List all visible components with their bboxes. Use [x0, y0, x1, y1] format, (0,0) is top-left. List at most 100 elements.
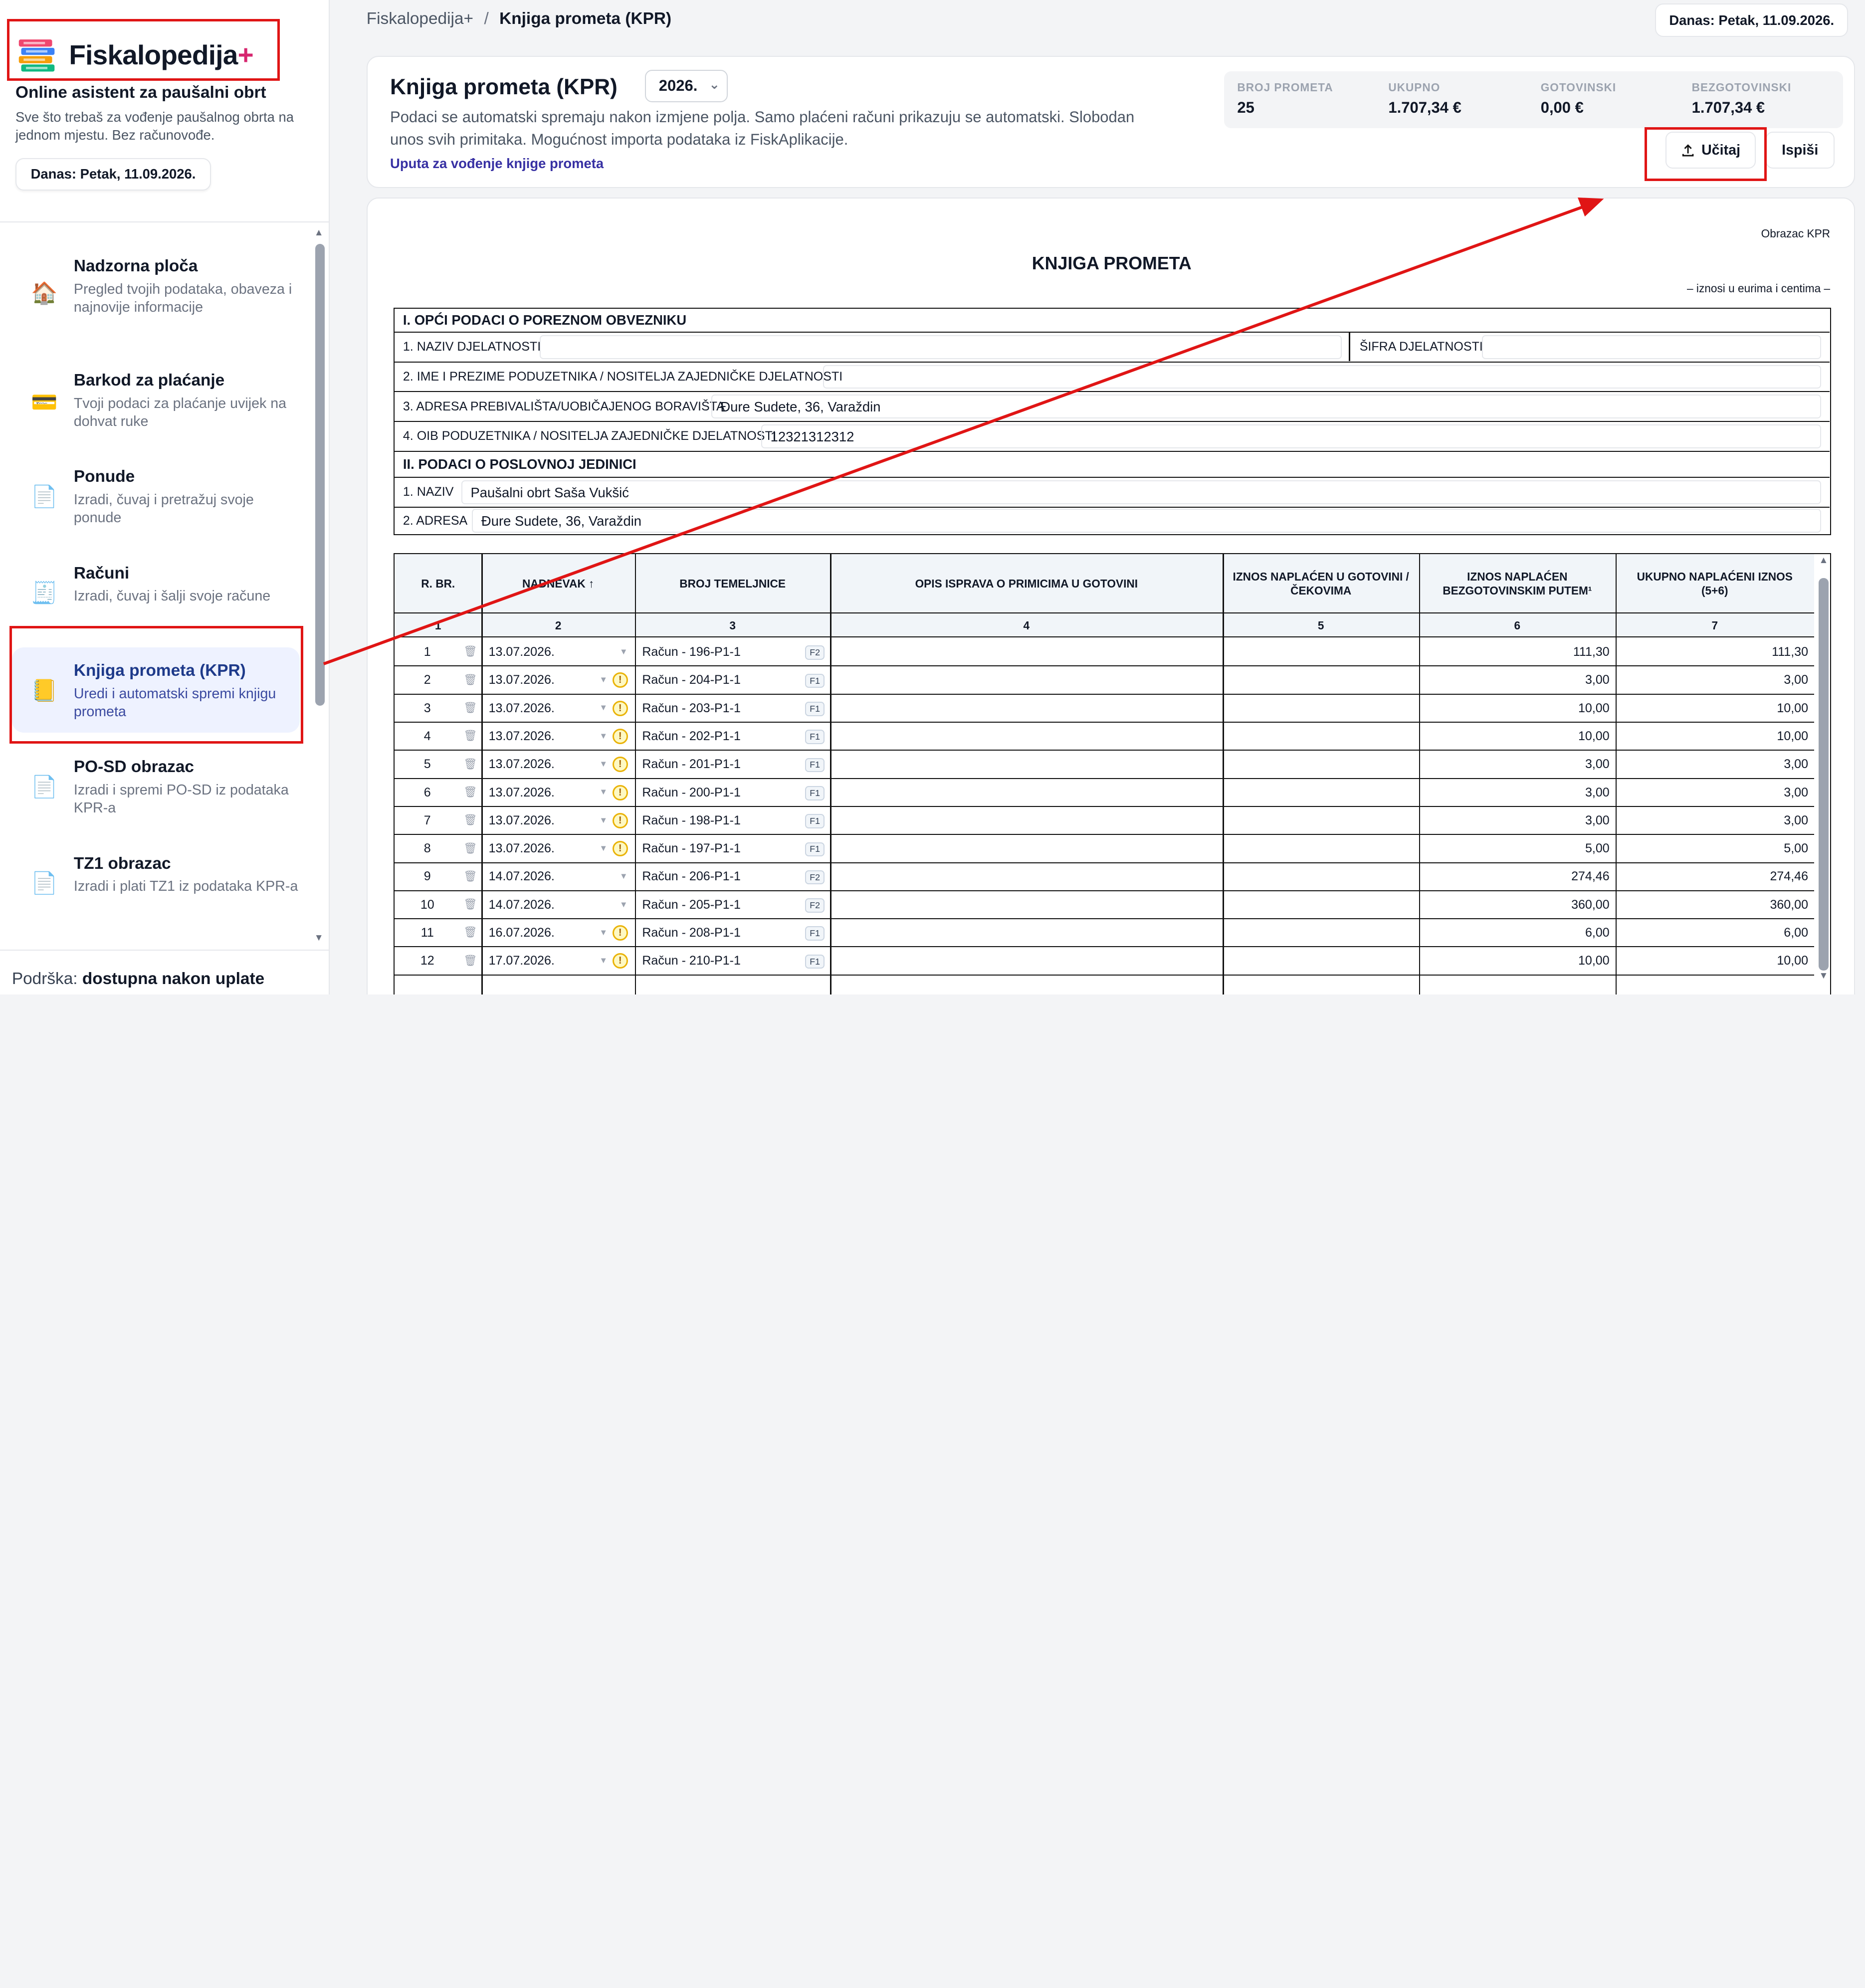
cash-amount-cell[interactable] [1223, 779, 1419, 806]
chevron-down-icon[interactable]: ▼ [620, 900, 628, 910]
warning-icon[interactable]: ! [612, 841, 628, 857]
sidebar-item-barcode[interactable]: 💳 Barkod za plaćanje Tvoji podaci za pla… [12, 367, 300, 438]
chevron-down-icon[interactable]: ▼ [599, 759, 608, 769]
noncash-amount-cell[interactable]: 3,00 [1419, 807, 1610, 834]
total-amount-cell: 3,00 [1784, 785, 1808, 799]
chevron-down-icon[interactable]: ▼ [599, 815, 608, 825]
trash-icon[interactable]: 🗑 [464, 955, 477, 967]
cash-amount-cell[interactable] [1223, 891, 1419, 919]
cash-amount-cell[interactable] [1223, 751, 1419, 778]
description-cell[interactable] [830, 779, 1223, 806]
noncash-amount-cell[interactable]: 10,00 [1419, 695, 1610, 722]
warning-icon[interactable]: ! [612, 700, 628, 716]
noncash-amount-cell[interactable]: 5,00 [1419, 835, 1610, 862]
residence-address-field[interactable]: Đure Sudete, 36, Varaždin [711, 395, 1822, 418]
warning-icon[interactable]: ! [612, 785, 628, 800]
trash-icon[interactable]: 🗑 [464, 926, 477, 939]
chevron-down-icon[interactable]: ▼ [599, 956, 608, 966]
date-input[interactable]: 14.07.2026. [489, 891, 620, 919]
business-address-field[interactable]: Đure Sudete, 36, Varaždin [472, 509, 1822, 533]
cash-amount-cell[interactable] [1223, 835, 1419, 862]
scroll-up-icon[interactable]: ▲ [314, 227, 324, 238]
row-number: 3 [423, 701, 431, 715]
description-cell[interactable] [830, 723, 1223, 750]
warning-icon[interactable]: ! [612, 728, 628, 744]
noncash-amount-cell[interactable]: 10,00 [1419, 723, 1610, 750]
cash-amount-cell[interactable] [1223, 723, 1419, 750]
noncash-amount-cell[interactable]: 3,00 [1419, 779, 1610, 806]
warning-icon[interactable]: ! [612, 812, 628, 828]
sidebar-item-offers[interactable]: 📄 Ponude Izradi, čuvaj i pretražuj svoje… [12, 463, 300, 534]
oib-field[interactable]: 12321312312 [761, 424, 1822, 448]
scroll-up-icon[interactable]: ▲ [1819, 555, 1828, 566]
cash-amount-cell[interactable] [1223, 695, 1419, 722]
cash-amount-cell[interactable] [1223, 863, 1419, 891]
sidebar-item-dashboard[interactable]: 🏠 Nadzorna ploča Pregled tvojih podataka… [12, 252, 300, 343]
sort-nadnevak-header[interactable]: NADNEVAK ↑ [481, 554, 635, 613]
trash-icon[interactable]: 🗑 [464, 702, 477, 714]
warning-icon[interactable]: ! [612, 925, 628, 941]
noncash-amount-cell[interactable]: 3,00 [1419, 666, 1610, 694]
trash-icon[interactable]: 🗑 [464, 842, 477, 855]
chevron-down-icon[interactable]: ▼ [599, 787, 608, 797]
sidebar-item-tz1[interactable]: 📄 TZ1 obrazac Izradi i plati TZ1 iz poda… [12, 849, 300, 921]
year-select[interactable]: 2026. ⌄ [644, 70, 728, 102]
trash-icon[interactable]: 🗑 [464, 870, 477, 883]
sidebar-scrollbar-thumb[interactable] [315, 244, 325, 706]
description-cell[interactable] [830, 863, 1223, 891]
description-cell[interactable] [830, 666, 1223, 694]
kpr-guide-link[interactable]: Uputa za vođenje knjige prometa [390, 156, 604, 172]
description-cell[interactable] [830, 638, 1223, 666]
trash-icon[interactable]: 🗑 [464, 645, 477, 658]
chevron-down-icon[interactable]: ▼ [599, 928, 608, 938]
sidebar-item-posd[interactable]: 📄 PO-SD obrazac Izradi i spremi PO-SD iz… [12, 753, 300, 824]
warning-icon[interactable]: ! [612, 953, 628, 969]
description-cell[interactable] [830, 891, 1223, 919]
scroll-down-icon[interactable]: ▼ [1819, 971, 1828, 982]
noncash-amount-cell[interactable]: 274,46 [1419, 863, 1610, 891]
trash-icon[interactable]: 🗑 [464, 674, 477, 686]
noncash-amount-cell[interactable]: 3,00 [1419, 751, 1610, 778]
description-cell[interactable] [830, 835, 1223, 862]
chevron-down-icon[interactable]: ▼ [620, 647, 628, 657]
description-cell[interactable] [830, 919, 1223, 947]
warning-icon[interactable]: ! [612, 672, 628, 688]
noncash-amount-cell[interactable]: 111,30 [1419, 638, 1610, 666]
cash-amount-cell[interactable] [1223, 638, 1419, 666]
business-name-field[interactable]: Paušalni obrt Saša Vukšić [461, 480, 1822, 504]
noncash-amount-cell[interactable]: 10,00 [1419, 947, 1610, 975]
description-cell[interactable] [830, 751, 1223, 778]
trash-icon[interactable]: 🗑 [464, 758, 477, 771]
activity-name-field[interactable] [540, 335, 1342, 359]
trash-icon[interactable]: 🗑 [464, 814, 477, 826]
chevron-down-icon[interactable]: ▼ [599, 731, 608, 741]
sidebar-item-invoices[interactable]: 🧾 Računi Izradi, čuvaj i šalji svoje rač… [12, 559, 300, 630]
date-input[interactable]: 13.07.2026. [489, 638, 620, 666]
breadcrumb-root[interactable]: Fiskalopedija+ [367, 9, 473, 28]
trash-icon[interactable]: 🗑 [464, 786, 477, 798]
date-input[interactable]: 14.07.2026. [489, 863, 620, 891]
owner-name-field[interactable] [823, 365, 1822, 389]
table-row: 11 🗑 16.07.2026. ▼! Račun - 208-P1-1 F1 6,00 6,… [395, 919, 1814, 948]
description-cell[interactable] [830, 947, 1223, 975]
warning-icon[interactable]: ! [612, 757, 628, 773]
description-cell[interactable] [830, 695, 1223, 722]
cash-amount-cell[interactable] [1223, 666, 1419, 694]
noncash-amount-cell[interactable]: 6,00 [1419, 919, 1610, 947]
chevron-down-icon[interactable]: ▼ [599, 675, 608, 685]
description-cell[interactable] [830, 807, 1223, 834]
ledger-scrollbar-thumb[interactable] [1819, 578, 1829, 971]
cash-amount-cell[interactable] [1223, 919, 1419, 947]
chevron-down-icon[interactable]: ▼ [620, 871, 628, 881]
activity-code-field[interactable] [1482, 335, 1822, 359]
cash-amount-cell[interactable] [1223, 807, 1419, 834]
trash-icon[interactable]: 🗑 [464, 730, 477, 742]
page-title: Knjiga prometa (KPR) [390, 74, 618, 99]
print-button[interactable]: Ispiši [1765, 132, 1835, 169]
chevron-down-icon[interactable]: ▼ [599, 703, 608, 713]
chevron-down-icon[interactable]: ▼ [599, 843, 608, 853]
cash-amount-cell[interactable] [1223, 947, 1419, 975]
noncash-amount-cell[interactable]: 360,00 [1419, 891, 1610, 919]
scroll-down-icon[interactable]: ▼ [314, 933, 324, 944]
trash-icon[interactable]: 🗑 [464, 898, 477, 911]
